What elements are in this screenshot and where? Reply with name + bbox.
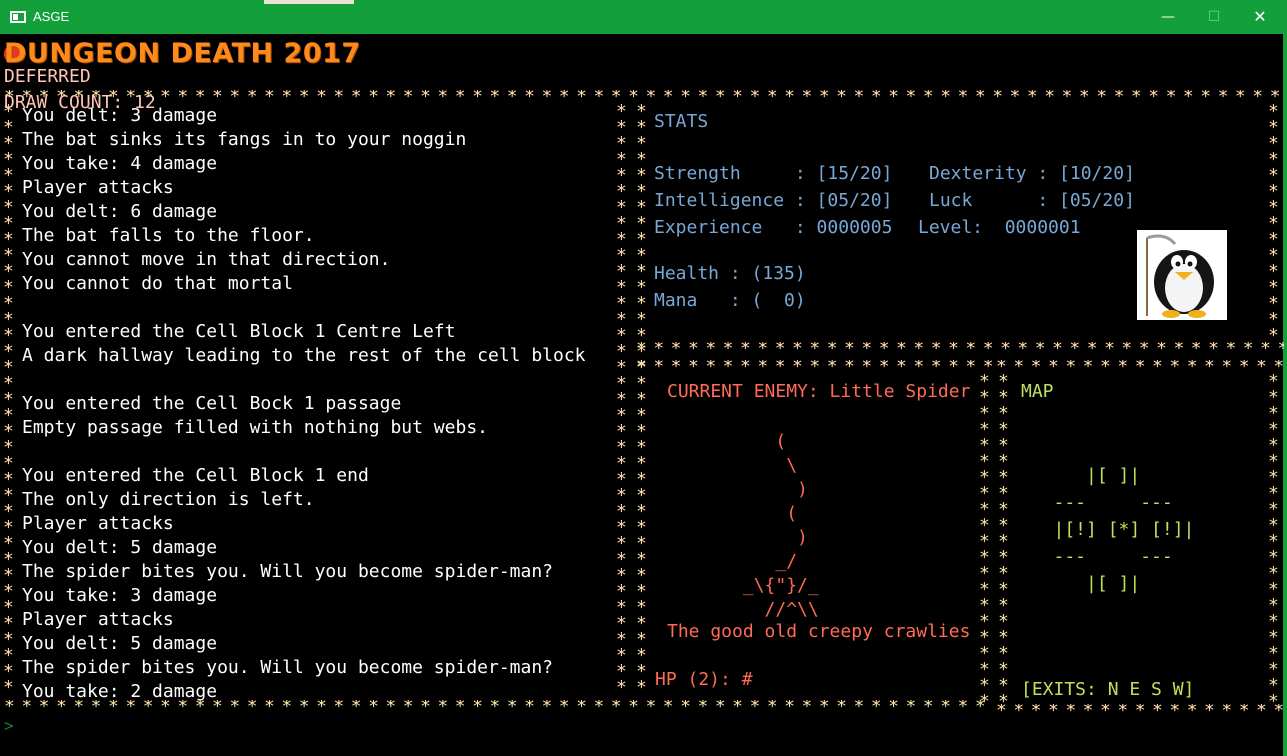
close-button[interactable]: ✕ <box>1237 0 1283 34</box>
stat-intelligence: Intelligence : [05/20] <box>654 190 893 211</box>
log-line: You delt: 5 damage <box>22 537 218 558</box>
stat-strength: Strength : [15/20] <box>654 163 893 184</box>
log-line: Player attacks <box>22 177 174 198</box>
stat-mana: Mana : ( 0) <box>654 290 806 311</box>
map-heading: MAP <box>1021 381 1054 402</box>
stat-health: Health : (135) <box>654 263 806 284</box>
log-line: The bat sinks its fangs in to your noggi… <box>22 129 467 150</box>
log-line: The only direction is left. <box>22 489 315 510</box>
map-bottom-border: ********************** <box>996 704 1284 718</box>
log-line: Player attacks <box>22 513 174 534</box>
log-line: You entered the Cell Bock 1 passage <box>22 393 402 414</box>
message-log: You delt: 3 damage The bat sinks its fang… <box>22 104 612 704</box>
log-line: You take: 2 damage <box>22 681 218 702</box>
frame-right-border: * * * * * * * * * * * * * * * <box>1268 104 1278 340</box>
map-right-border: * * * * * * * * * * * * * * * * * * * * … <box>1268 374 1278 704</box>
log-line: You delt: 5 damage <box>22 633 218 654</box>
stat-experience: Experience : 0000005 <box>654 217 893 238</box>
draw-count-label: DRAW COUNT: 12 <box>4 92 156 113</box>
stat-level: Level: 0000001 <box>918 217 1081 238</box>
maximize-button[interactable]: ☐ <box>1191 0 1237 34</box>
stat-dexterity: Dexterity : [10/20] <box>929 163 1135 184</box>
frame-divider-left-b: * * * * * * * * * * * * * * * * * * * * … <box>636 104 646 698</box>
taskbar-peek <box>264 0 354 4</box>
map-exits: [EXITS: N E S W] <box>1021 679 1195 700</box>
window-titlebar[interactable]: ASGE — ☐ ✕ <box>0 0 1287 34</box>
enemy-ascii-art: ( \ ) ( ) _/ _\{"}/_ //^\\ <box>742 431 819 620</box>
penguin-reaper-icon <box>1137 230 1227 320</box>
log-line: Player attacks <box>22 609 174 630</box>
enemy-hp-bar: HP (2): # <box>655 669 753 690</box>
log-line: You take: 4 damage <box>22 153 218 174</box>
stats-heading: STATS <box>654 111 709 132</box>
map-left-border: * * * * * * * * * * * * * * * * * * * * … <box>998 374 1008 704</box>
minimize-button[interactable]: — <box>1145 0 1191 34</box>
command-prompt[interactable]: > <box>4 716 14 735</box>
window-border <box>1283 34 1287 756</box>
frame-left-border: * * * * * * * * * * * * * * * * * * * * … <box>3 104 13 698</box>
enemy-right-border: * * * * * * * * * * * * * * * * * * * * … <box>979 374 989 704</box>
log-line: You take: 3 damage <box>22 585 218 606</box>
log-line: The spider bites you. Will you become sp… <box>22 657 554 678</box>
log-line: Empty passage filled with nothing but we… <box>22 417 488 438</box>
log-line: The spider bites you. Will you become sp… <box>22 561 554 582</box>
current-enemy-label: CURRENT ENEMY: Little Spider <box>667 381 971 402</box>
frame-top-border: ****************************************… <box>4 90 1284 104</box>
frame-divider-left-a: * * * * * * * * * * * * * * * * * * * * … <box>616 104 626 698</box>
log-line: A dark hallway leading to the rest of th… <box>22 345 586 366</box>
map-ascii: |[ ]| --- --- |[!] [*] [!]| --- --- |[ ]… <box>1053 465 1195 594</box>
window-icon <box>10 11 26 23</box>
log-line: You cannot move in that direction. <box>22 249 391 270</box>
window-title: ASGE <box>33 9 70 24</box>
log-line: You entered the Cell Block 1 end <box>22 465 369 486</box>
stat-luck: Luck : [05/20] <box>929 190 1135 211</box>
log-line: You delt: 6 damage <box>22 201 218 222</box>
log-line: You cannot do that mortal <box>22 273 293 294</box>
stats-bottom-border: ****************************************… <box>636 342 1284 356</box>
log-line: You entered the Cell Block 1 Centre Left <box>22 321 456 342</box>
enemy-description: The good old creepy crawlies <box>667 621 971 642</box>
render-mode-label: DEFERRED <box>4 66 91 87</box>
log-line: The bat falls to the floor. <box>22 225 315 246</box>
game-title: DUNGEON DEATH 2017 <box>4 38 361 69</box>
map-top-border: ********************** <box>996 360 1284 374</box>
enemy-top-border: **************************** <box>636 360 992 374</box>
